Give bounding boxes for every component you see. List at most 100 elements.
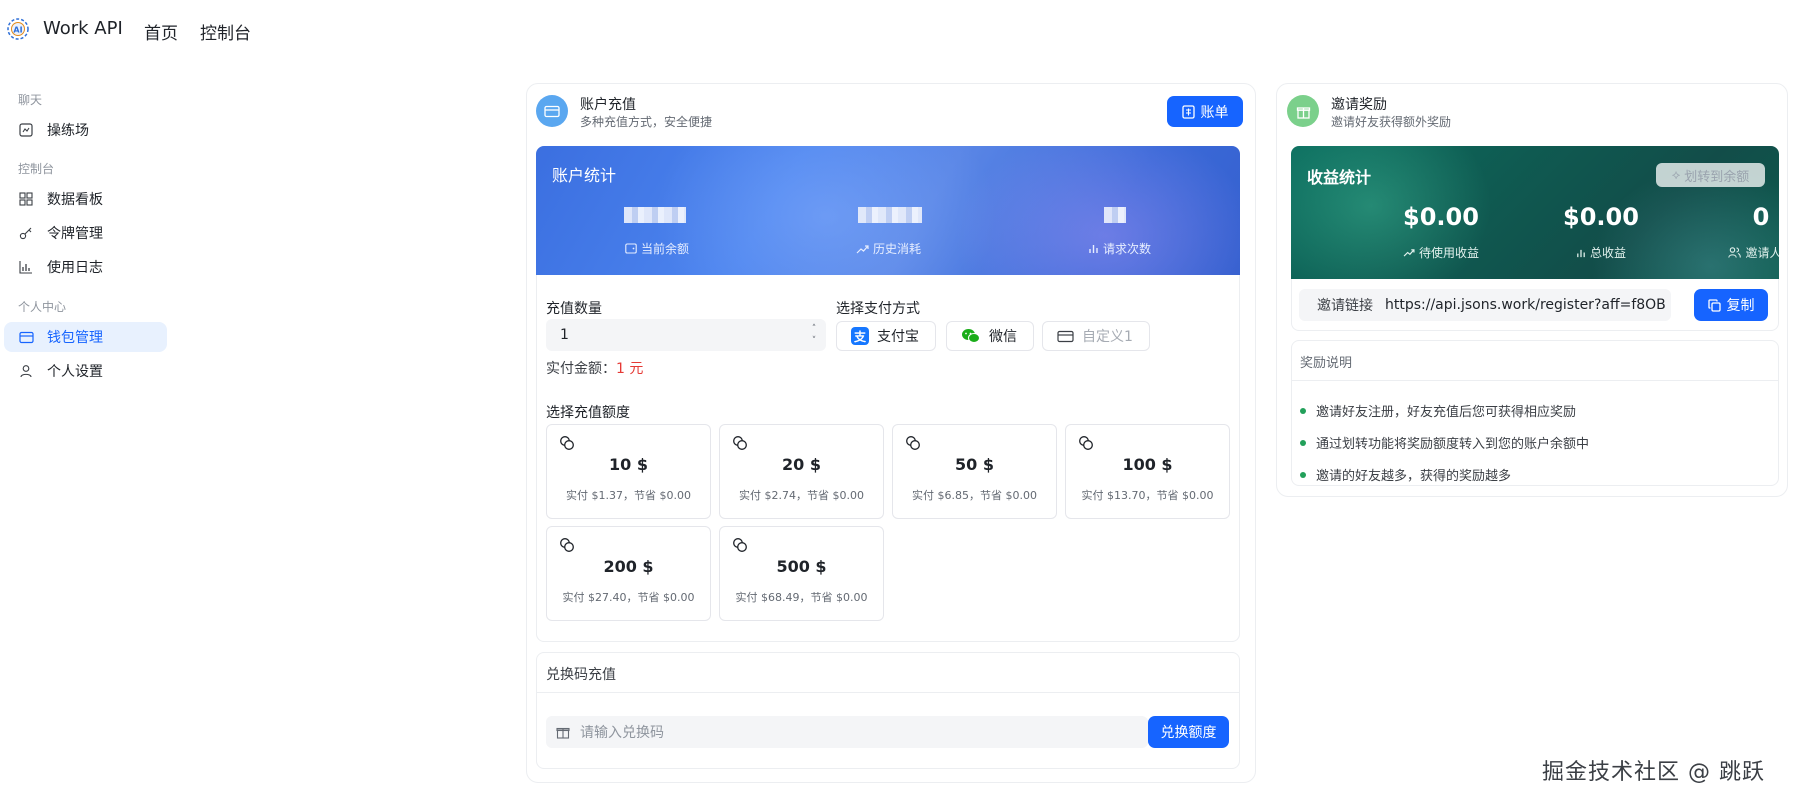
key-icon <box>18 225 34 241</box>
quantity-label: 充值数量 <box>546 301 602 317</box>
amount-value: 10 $ <box>609 455 648 474</box>
sidebar-item-label: 使用日志 <box>47 260 103 276</box>
coins-icon <box>733 538 747 552</box>
sidebar-item-playground[interactable]: 操练场 <box>4 115 167 145</box>
divider <box>536 692 1240 693</box>
stat-consumption-label: 历史消耗 <box>873 242 922 256</box>
pending-income-label: 待使用收益 <box>1371 244 1511 261</box>
bill-button[interactable]: 账单 <box>1167 96 1243 127</box>
section-chat: 聊天 <box>18 93 43 107</box>
redeem-title: 兑换码充值 <box>546 667 616 683</box>
amount-option-500[interactable]: 500 $ 实付 $68.49，节省 $0.00 <box>719 526 884 621</box>
invite-count-value: 0 <box>1752 203 1770 231</box>
transfer-button-label: 划转到余额 <box>1684 169 1750 185</box>
amount-option-200[interactable]: 200 $ 实付 $27.40，节省 $0.00 <box>546 526 711 621</box>
amount-option-100[interactable]: 100 $ 实付 $13.70，节省 $0.00 <box>1065 424 1230 519</box>
trend-up-icon <box>856 244 869 253</box>
sidebar-item-logs[interactable]: 使用日志 <box>4 252 167 282</box>
credit-card-icon <box>536 95 568 127</box>
chart-icon <box>18 259 34 275</box>
amount-subtext: 实付 $68.49，节省 $0.00 <box>735 591 868 604</box>
trend-up-icon <box>1403 249 1415 257</box>
requests-value-masked <box>1104 207 1126 223</box>
invite-link-value[interactable]: https://api.jsons.work/register?aff=f8OB <box>1385 297 1666 313</box>
pay-wechat-button[interactable]: 微信 <box>946 321 1034 351</box>
total-income-label: 总收益 <box>1531 244 1671 261</box>
account-stats-panel: 账户统计 当前余额 历史消耗 请求次数 <box>536 146 1240 275</box>
invite-link-field[interactable]: 邀请链接 https://api.jsons.work/register?aff… <box>1299 289 1671 321</box>
amount-option-50[interactable]: 50 $ 实付 $6.85，节省 $0.00 <box>892 424 1057 519</box>
nav-console[interactable]: 控制台 <box>200 19 251 44</box>
reward-rules-panel: 奖励说明 邀请好友注册，好友充值后您可获得相应奖励 通过划转功能将奖励额度转入到… <box>1291 340 1779 486</box>
consumption-value-masked <box>858 207 922 223</box>
amount-subtext: 实付 $6.85，节省 $0.00 <box>912 489 1037 502</box>
invite-link-label: 邀请链接 <box>1317 298 1373 314</box>
sidebar-item-dashboard[interactable]: 数据看板 <box>4 184 167 214</box>
sidebar-item-label: 钱包管理 <box>47 330 103 346</box>
brand-name[interactable]: Work API <box>43 18 123 39</box>
bar-chart-icon <box>1089 245 1098 253</box>
amount-value: 100 $ <box>1122 455 1173 474</box>
pay-alipay-button[interactable]: 支 支付宝 <box>836 321 936 351</box>
stat-consumption: 历史消耗 <box>856 240 921 257</box>
real-amount-value: 1 元 <box>616 361 644 377</box>
sidebar-item-label: 个人设置 <box>47 364 103 380</box>
quantity-input[interactable]: 1 <box>546 319 826 351</box>
recharge-title: 账户充值 <box>580 97 636 113</box>
coins-icon <box>733 436 747 450</box>
redeem-button-label: 兑换额度 <box>1160 725 1217 741</box>
watermark: 掘金技术社区 @ 跳跃 <box>1542 760 1765 785</box>
coins-icon <box>560 436 574 450</box>
amount-subtext: 实付 $27.40，节省 $0.00 <box>562 591 695 604</box>
amount-subtext: 实付 $13.70，节省 $0.00 <box>1081 489 1214 502</box>
copy-button[interactable]: 复制 <box>1694 289 1768 321</box>
bill-button-label: 账单 <box>1200 104 1229 121</box>
wallet-icon <box>18 329 34 345</box>
redeem-code-input[interactable]: 请输入兑换码 <box>546 716 1148 748</box>
amount-subtext: 实付 $1.37，节省 $0.00 <box>566 489 691 502</box>
amount-subtext: 实付 $2.74，节省 $0.00 <box>739 489 864 502</box>
amount-option-10[interactable]: 10 $ 实付 $1.37，节省 $0.00 <box>546 424 711 519</box>
sidebar-item-wallet[interactable]: 钱包管理 <box>4 322 167 352</box>
balance-value-masked <box>624 207 686 223</box>
svg-text:AI: AI <box>13 26 22 35</box>
income-stats-panel: 收益统计 ⟡ 划转到余额 $0.00 $0.00 0 待使用收益 总收益 邀请人… <box>1291 146 1779 279</box>
sidebar-item-settings[interactable]: 个人设置 <box>4 356 167 386</box>
transfer-to-balance-button[interactable]: ⟡ 划转到余额 <box>1656 163 1765 187</box>
sidebar-item-label: 令牌管理 <box>47 226 103 242</box>
coins-icon <box>560 538 574 552</box>
amount-option-20[interactable]: 20 $ 实付 $2.74，节省 $0.00 <box>719 424 884 519</box>
amount-value: 20 $ <box>782 455 821 474</box>
coins-icon <box>906 436 920 450</box>
alipay-icon: 支 <box>851 327 869 345</box>
amount-value: 50 $ <box>955 455 994 474</box>
transfer-icon: ⟡ <box>1671 167 1681 183</box>
account-stats-title: 账户统计 <box>552 166 617 185</box>
divider <box>1292 380 1778 381</box>
pay-wechat-label: 微信 <box>989 329 1017 345</box>
copy-button-label: 复制 <box>1726 298 1755 314</box>
rule-item: 邀请的好友越多，获得的奖励越多 <box>1300 465 1511 484</box>
recharge-subtitle: 多种充值方式，安全便捷 <box>580 115 713 129</box>
pay-custom-button[interactable]: 自定义1 <box>1042 321 1150 351</box>
stat-requests: 请求次数 <box>1088 240 1151 257</box>
redeem-button[interactable]: 兑换额度 <box>1148 716 1229 748</box>
card-icon <box>1057 330 1074 342</box>
invite-subtitle: 邀请好友获得额外奖励 <box>1331 115 1452 129</box>
coins-icon <box>1079 436 1093 450</box>
real-amount: 实付金额：1 元 <box>546 361 644 377</box>
users-icon <box>1728 247 1742 258</box>
invite-count-label: 邀请人数 <box>1691 244 1779 261</box>
receipt-icon <box>1181 104 1195 119</box>
logo-icon[interactable]: AI <box>6 17 30 41</box>
sidebar-item-tokens[interactable]: 令牌管理 <box>4 218 167 248</box>
stat-balance: 当前余额 <box>625 240 689 257</box>
redeem-panel <box>536 652 1240 769</box>
rule-item: 邀请好友注册，好友充值后您可获得相应奖励 <box>1300 401 1576 420</box>
wechat-icon <box>962 329 980 343</box>
nav-home[interactable]: 首页 <box>144 19 178 44</box>
pay-alipay-label: 支付宝 <box>877 329 919 345</box>
amount-value: 500 $ <box>776 557 827 576</box>
income-stats-title: 收益统计 <box>1307 168 1372 187</box>
quantity-stepper[interactable]: ˄ ˅ <box>805 319 823 351</box>
